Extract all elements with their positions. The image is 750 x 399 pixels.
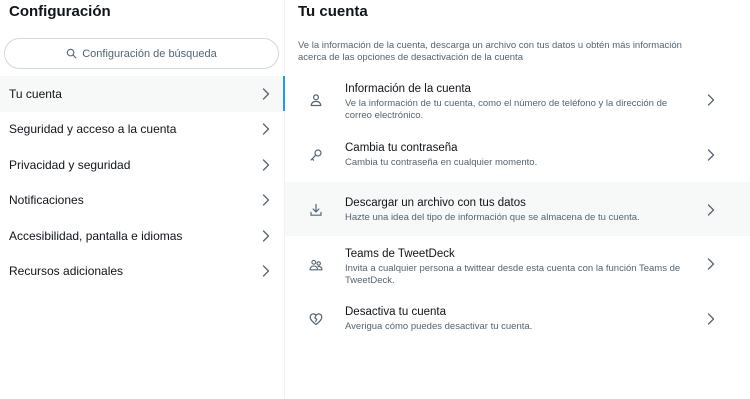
- search-icon: [66, 48, 77, 59]
- settings-title: Configuración: [9, 3, 111, 20]
- option-tweetdeck-teams[interactable]: Teams de TweetDeck Invita a cualquier pe…: [285, 236, 750, 292]
- chevron-right-icon: [707, 204, 715, 216]
- settings-sidebar: Configuración Configuración de búsqueda …: [0, 0, 285, 399]
- account-options: Información de la cuenta Ve la informaci…: [285, 75, 750, 346]
- people-icon: [309, 258, 323, 272]
- nav-item-notifications[interactable]: Notificaciones: [0, 183, 284, 219]
- nav-item-label: Notificaciones: [9, 193, 84, 208]
- chevron-right-icon: [707, 313, 715, 325]
- nav-item-security[interactable]: Seguridad y acceso a la cuenta: [0, 112, 284, 148]
- key-icon: [309, 148, 323, 162]
- page-description: Ve la información de la cuenta, descarga…: [298, 40, 682, 63]
- nav-item-label: Recursos adicionales: [9, 264, 124, 279]
- option-deactivate-account[interactable]: Desactiva tu cuenta Averigua cómo puedes…: [285, 292, 750, 346]
- account-panel: Tu cuenta Ve la información de la cuenta…: [285, 0, 750, 399]
- nav-item-label: Accesibilidad, pantalla e idiomas: [9, 228, 183, 243]
- page-title: Tu cuenta: [298, 3, 368, 20]
- option-description: Hazte una idea del tipo de información q…: [345, 212, 640, 223]
- search-placeholder: Configuración de búsqueda: [82, 47, 217, 60]
- nav-item-accessibility[interactable]: Accesibilidad, pantalla e idiomas: [0, 218, 284, 254]
- option-description: Averigua cómo puedes desactivar tu cuent…: [345, 321, 533, 332]
- chevron-right-icon: [707, 149, 715, 161]
- option-description: Cambia tu contraseña en cualquier moment…: [345, 157, 538, 168]
- option-description: Invita a cualquier persona a twittear de…: [345, 263, 681, 286]
- option-account-info[interactable]: Información de la cuenta Ve la informaci…: [285, 75, 750, 128]
- download-icon: [309, 203, 323, 217]
- nav-item-label: Privacidad y seguridad: [9, 157, 131, 172]
- option-title: Cambia tu contraseña: [345, 142, 458, 154]
- nav-item-label: Tu cuenta: [9, 86, 62, 101]
- nav-item-label: Seguridad y acceso a la cuenta: [9, 122, 177, 137]
- person-icon: [309, 93, 323, 107]
- option-title: Teams de TweetDeck: [345, 248, 455, 260]
- chevron-right-icon: [707, 258, 715, 270]
- nav-item-additional-resources[interactable]: Recursos adicionales: [0, 254, 284, 290]
- option-title: Desactiva tu cuenta: [345, 306, 447, 318]
- chevron-right-icon: [262, 88, 270, 100]
- search-input[interactable]: Configuración de búsqueda: [4, 38, 279, 69]
- chevron-right-icon: [262, 159, 270, 171]
- chevron-right-icon: [262, 194, 270, 206]
- broken-heart-icon: [309, 312, 323, 326]
- option-title: Información de la cuenta: [345, 83, 471, 95]
- settings-nav: Tu cuenta Seguridad y acceso a la cuenta…: [0, 76, 284, 289]
- option-title: Descargar un archivo con tus datos: [345, 197, 526, 209]
- chevron-right-icon: [262, 265, 270, 277]
- option-download-archive[interactable]: Descargar un archivo con tus datos Hazte…: [285, 182, 750, 236]
- option-description: Ve la información de tu cuenta, como el …: [345, 98, 668, 121]
- nav-item-privacy[interactable]: Privacidad y seguridad: [0, 147, 284, 183]
- chevron-right-icon: [262, 123, 270, 135]
- option-change-password[interactable]: Cambia tu contraseña Cambia tu contraseñ…: [285, 128, 750, 182]
- chevron-right-icon: [262, 230, 270, 242]
- nav-item-your-account[interactable]: Tu cuenta: [0, 76, 284, 112]
- chevron-right-icon: [707, 94, 715, 106]
